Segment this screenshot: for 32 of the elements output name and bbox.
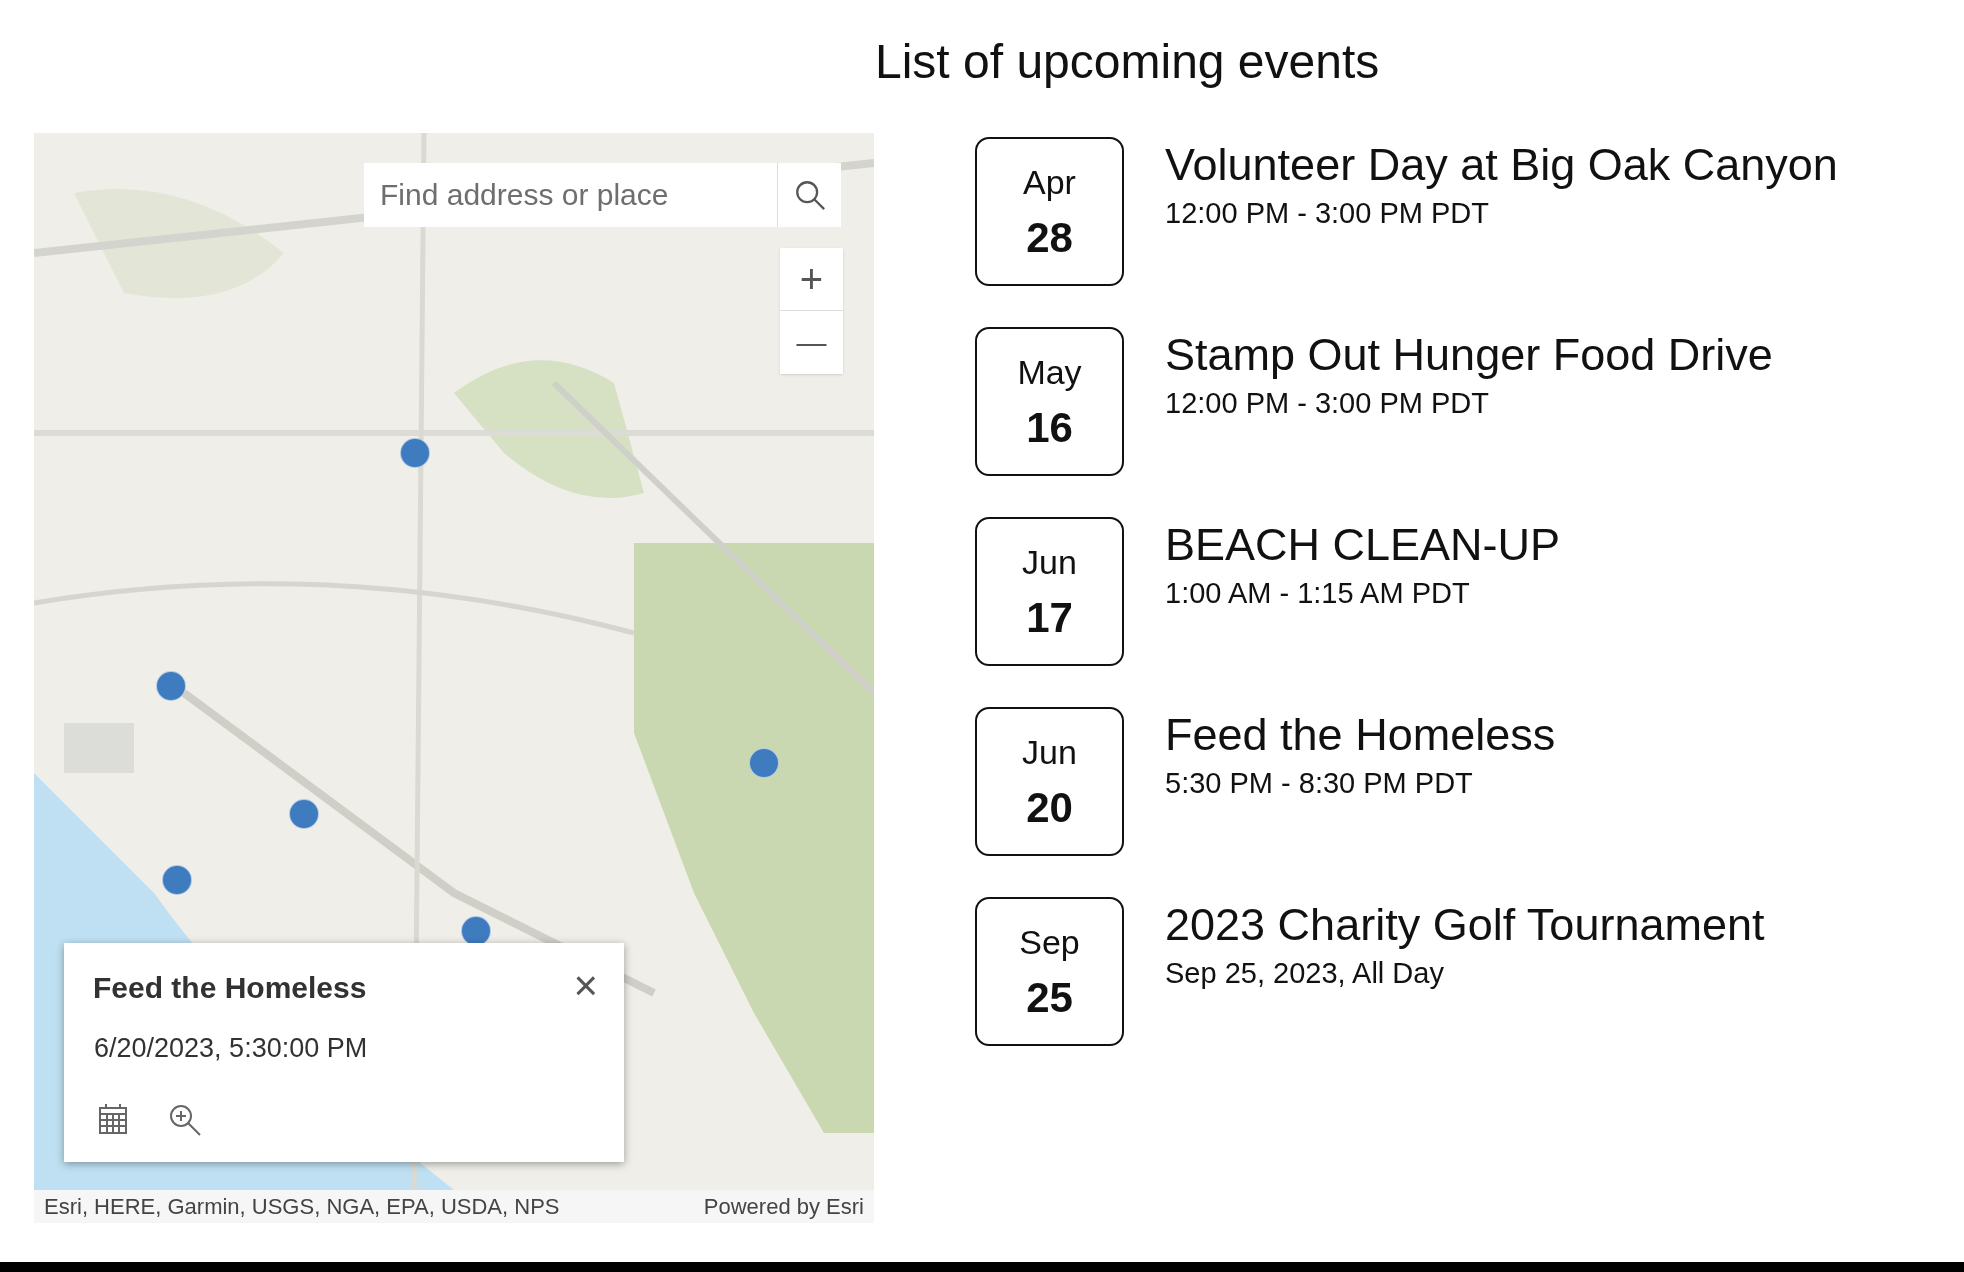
date-month: May [1017,354,1082,389]
powered-by-text: Powered by Esri [703,1193,864,1221]
date-day: 20 [1026,786,1073,829]
date-day: 25 [1026,976,1073,1019]
zoom-in-button[interactable]: + [780,248,843,311]
event-title[interactable]: 2023 Charity Golf Tournament [1165,897,1765,954]
event-time: 1:00 AM - 1:15 AM PDT [1165,576,1471,612]
event-time: 5:30 PM - 8:30 PM PDT [1165,766,1474,802]
zoom-in-icon[interactable] [168,1102,202,1137]
page-heading: List of upcoming events [875,38,1380,86]
event-time: 12:00 PM - 3:00 PM PDT [1165,196,1490,232]
popup-datetime: 6/20/2023, 5:30:00 PM [93,1032,368,1065]
event-title[interactable]: BEACH CLEAN-UP [1165,517,1561,574]
calendar-icon[interactable] [98,1102,128,1135]
date-month: Jun [1022,544,1077,579]
event-title[interactable]: Stamp Out Hunger Food Drive [1165,327,1773,384]
event-time: 12:00 PM - 3:00 PM PDT [1165,386,1490,422]
search-icon[interactable] [778,163,841,227]
popup-title: Feed the Homeless [93,970,367,1006]
date-month: Apr [1023,164,1076,199]
event-title[interactable]: Feed the Homeless [1165,707,1556,764]
date-day: 17 [1026,596,1073,639]
event-time: Sep 25, 2023, All Day [1165,956,1445,992]
date-day: 28 [1026,216,1073,259]
close-button[interactable]: × [573,965,598,1007]
date-month: Jun [1022,734,1077,769]
date-month: Sep [1019,924,1080,959]
search-field[interactable]: Find address or place [364,163,778,227]
event-title[interactable]: Volunteer Day at Big Oak Canyon [1165,137,1838,194]
attribution-text: Esri, HERE, Garmin, USGS, NGA, EPA, USDA, NPS [44,1193,560,1221]
zoom-out-button[interactable]: — [780,311,843,374]
date-day: 16 [1026,406,1073,449]
